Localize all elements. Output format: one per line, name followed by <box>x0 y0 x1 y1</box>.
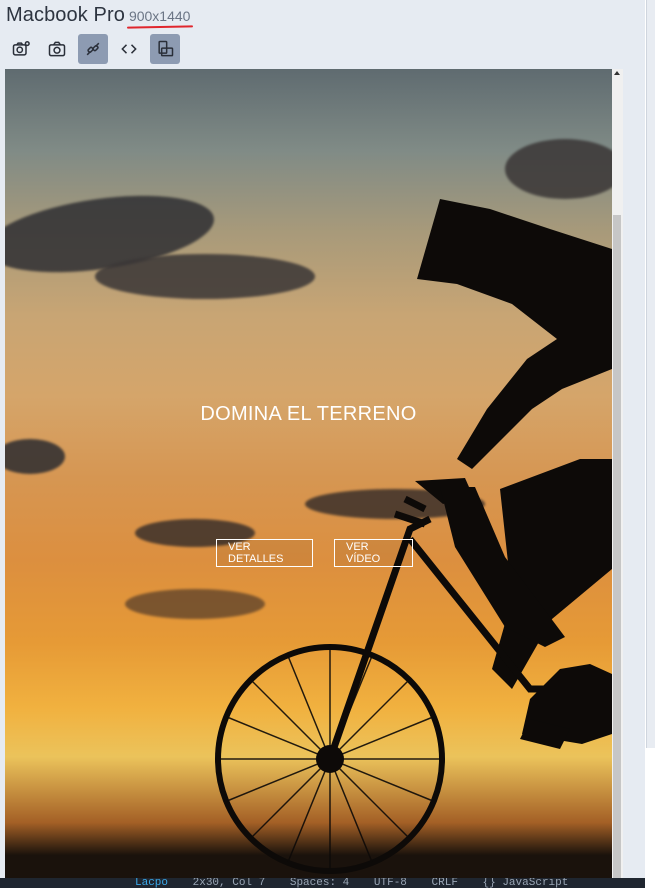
screenshot-button[interactable] <box>42 34 72 64</box>
camera-settings-icon <box>12 40 30 56</box>
view-video-button[interactable]: VER VÍDEO <box>334 539 413 567</box>
sync-link-icon <box>86 42 100 56</box>
status-item[interactable]: Lacpo <box>135 878 168 888</box>
preview-scrollbar[interactable] <box>612 69 623 888</box>
screenshot-settings-button[interactable] <box>6 34 36 64</box>
cyclist-silhouette <box>200 199 612 888</box>
status-item[interactable]: UTF-8 <box>374 878 407 888</box>
rotate-device-icon <box>158 40 174 57</box>
status-item[interactable]: Spaces: 4 <box>290 878 349 888</box>
view-details-button[interactable]: VER DETALLES <box>216 539 313 567</box>
device-size[interactable]: 900x1440 <box>129 8 191 24</box>
preview-toolbar <box>6 34 180 64</box>
rotate-device-button[interactable] <box>150 34 180 64</box>
cloud-shape <box>5 439 65 474</box>
device-preview[interactable]: DOMINA EL TERRENO VER DETALLES VER VÍDEO <box>5 69 612 888</box>
sync-scroll-button[interactable] <box>78 34 108 64</box>
device-name: Macbook Pro <box>6 4 125 26</box>
preview-header: Macbook Pro 900x1440 <box>0 0 645 68</box>
scrollbar-thumb[interactable] <box>613 215 621 888</box>
status-item[interactable]: {} JavaScript <box>483 878 569 888</box>
status-item[interactable]: CRLF <box>432 878 458 888</box>
scroll-up-arrow-icon[interactable] <box>614 71 620 75</box>
device-title: Macbook Pro 900x1440 <box>6 4 190 27</box>
status-item[interactable]: 2x30, Col 7 <box>193 878 266 888</box>
editor-scrollbar[interactable] <box>646 0 655 748</box>
code-icon <box>121 44 137 54</box>
hero-title: DOMINA EL TERRENO <box>200 403 417 425</box>
camera-icon <box>48 41 66 57</box>
editor-edge <box>645 0 655 888</box>
editor-status-bar: Lacpo 2x30, Col 7 Spaces: 4 UTF-8 CRLF {… <box>0 878 645 888</box>
view-source-button[interactable] <box>114 34 144 64</box>
